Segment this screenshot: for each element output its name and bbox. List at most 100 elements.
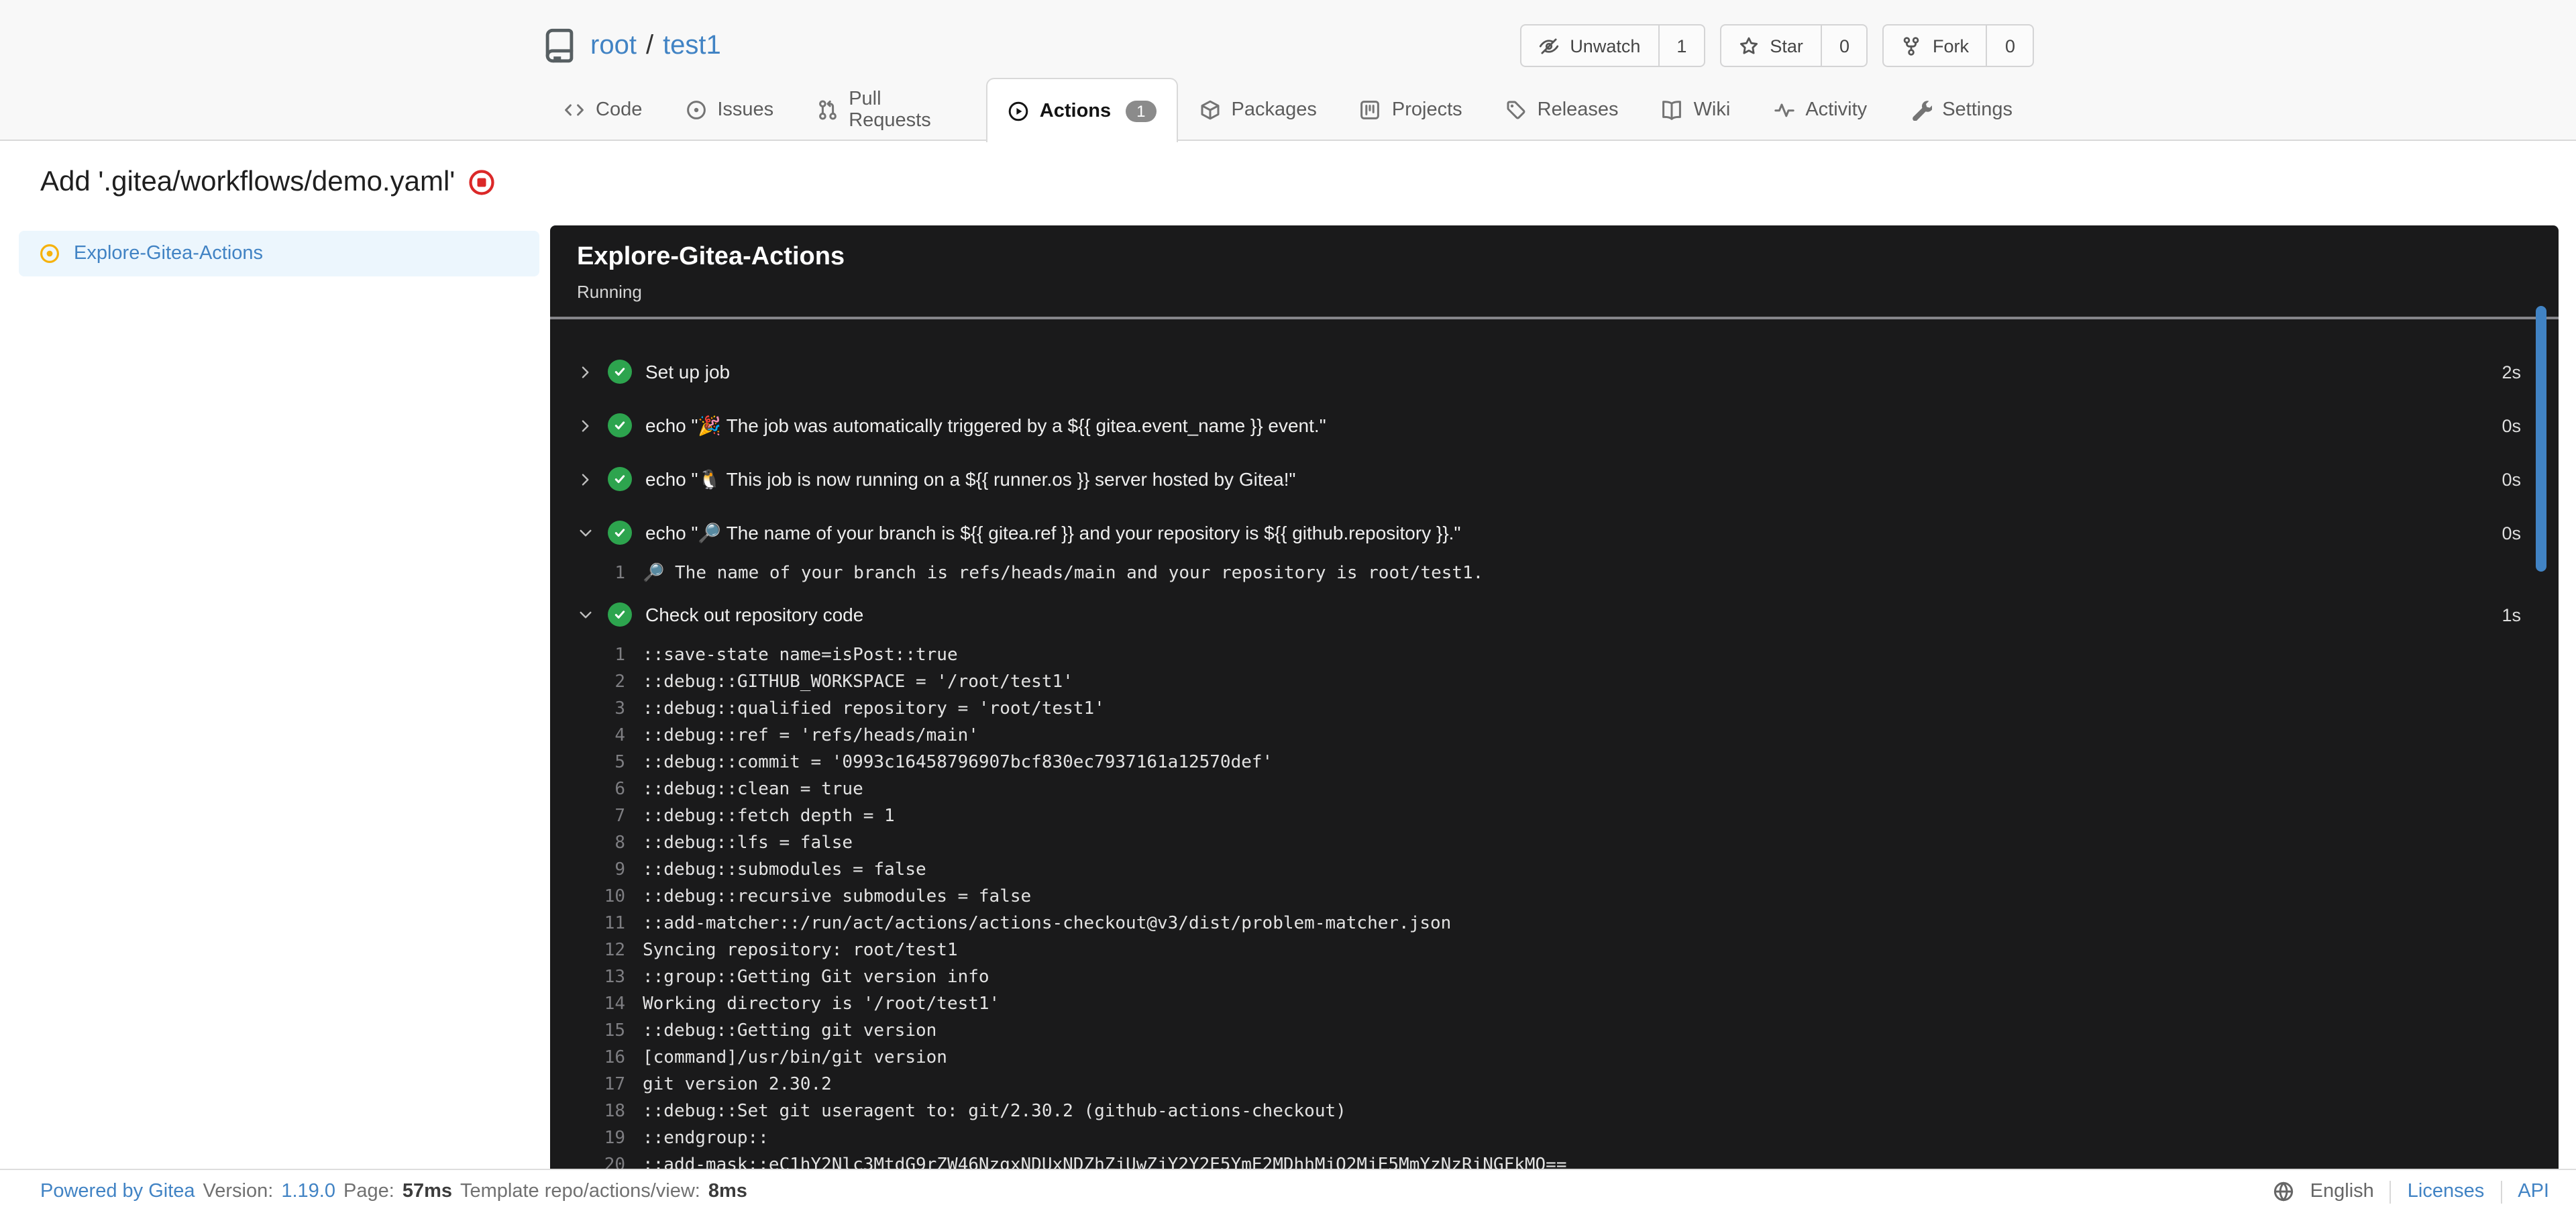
tab-packages[interactable]: Packages	[1178, 78, 1338, 141]
cancel-run-button[interactable]	[468, 169, 495, 196]
step-row[interactable]: echo "🔎 The name of your branch is ${{ g…	[550, 506, 2559, 560]
step-duration: 2s	[2502, 362, 2521, 382]
log-line-number: 16	[604, 1048, 625, 1068]
log-line: 16 [command]/usr/bin/git version	[550, 1045, 2559, 1072]
book-icon	[1662, 99, 1683, 121]
repo-title-row: root / test1 Unwatch 1 Star 0 Fork 0	[542, 0, 2034, 71]
repo-separator: /	[645, 30, 654, 60]
step-name: echo "🐧 This job is now running on a ${{…	[645, 468, 1296, 489]
log-line: 13::group::Getting Git version info	[550, 965, 2559, 992]
log-line-number: 19	[604, 1128, 625, 1149]
log-line: 15::debug::Getting git version	[550, 1018, 2559, 1045]
version-link[interactable]: 1.19.0	[281, 1181, 335, 1202]
step-row[interactable]: Check out repository code 1s	[550, 588, 2559, 641]
star-button-label: Star	[1770, 36, 1803, 56]
log-line-number: 18	[604, 1102, 625, 1122]
step-row[interactable]: echo "🐧 This job is now running on a ${{…	[550, 452, 2559, 506]
template-time-value: 8ms	[708, 1181, 747, 1202]
log-line: 8::debug::lfs = false	[550, 831, 2559, 857]
tag-icon	[1505, 99, 1527, 121]
step-name: echo "🔎 The name of your branch is ${{ g…	[645, 521, 1461, 543]
log-line-number: 3	[614, 699, 625, 719]
code-icon	[564, 99, 585, 121]
tab-wiki[interactable]: Wiki	[1640, 78, 1752, 141]
console-job-status: Running	[577, 282, 642, 302]
log-line-text: ::debug::lfs = false	[643, 833, 853, 853]
pull-request-icon	[816, 99, 838, 121]
log-line: 3::debug::qualified repository = 'root/t…	[550, 696, 2559, 723]
run-title: Add '.gitea/workflows/demo.yaml'	[40, 166, 455, 197]
step-logs: 1 🔎 The name of your branch is refs/heads…	[550, 561, 2559, 588]
template-time-label: Template repo/actions/view:	[460, 1181, 700, 1202]
log-line: 2::debug::GITHUB_WORKSPACE = '/root/test…	[550, 670, 2559, 696]
powered-by-gitea-link[interactable]: Powered by Gitea	[40, 1181, 195, 1202]
tab-projects[interactable]: Projects	[1338, 78, 1484, 141]
log-line-number: 15	[604, 1021, 625, 1041]
licenses-link[interactable]: Licenses	[2408, 1181, 2484, 1202]
tab-activity[interactable]: Activity	[1752, 78, 1888, 141]
job-list-item[interactable]: Explore-Gitea-Actions	[19, 231, 539, 276]
log-line-number: 2	[614, 672, 625, 692]
tab-actions[interactable]: Actions 1	[985, 78, 1178, 142]
log-line-text: ::debug::clean = true	[643, 780, 863, 800]
log-line-text: ::add-mask::eC1hY2Nlc3MtdG9rZW46NzgxNDUx…	[643, 1155, 1567, 1169]
fork-count[interactable]: 0	[1986, 25, 2033, 66]
job-log-console: Explore-Gitea-Actions Running Set up job…	[550, 225, 2559, 1169]
step-duration: 1s	[2502, 604, 2521, 625]
console-scrollbar-thumb[interactable]	[2536, 306, 2546, 572]
log-line: 1::save-state name=isPost::true	[550, 643, 2559, 670]
footer-right: English Licenses API	[2273, 1180, 2549, 1203]
repo-owner-link[interactable]: root	[590, 30, 637, 61]
chevron-down-icon	[577, 606, 594, 623]
log-line-text: Syncing repository: root/test1	[643, 941, 958, 961]
repo-name-link[interactable]: test1	[663, 30, 721, 61]
log-line-text: ::debug::submodules = false	[643, 860, 926, 880]
tab-releases[interactable]: Releases	[1484, 78, 1640, 141]
tab-code[interactable]: Code	[542, 78, 663, 141]
fork-button-label: Fork	[1932, 36, 1969, 56]
tab-label: Releases	[1537, 99, 1619, 121]
log-line-number: 20	[604, 1155, 625, 1169]
star-button-group: Star 0	[1720, 24, 1868, 67]
log-line: 18::debug::Set git useragent to: git/2.3…	[550, 1099, 2559, 1126]
version-label: Version:	[203, 1181, 274, 1202]
console-job-title: Explore-Gitea-Actions	[577, 243, 845, 271]
log-line-text: ::debug::Getting git version	[643, 1021, 937, 1041]
step-row[interactable]: Set up job 2s	[550, 345, 2559, 399]
tab-label: Actions	[1039, 100, 1112, 121]
step-row[interactable]: echo "🎉 The job was automatically trigge…	[550, 399, 2559, 452]
tab-count-badge: 1	[1126, 100, 1157, 121]
star-icon	[1739, 36, 1759, 56]
log-line-number: 1	[614, 645, 625, 666]
tab-label: Wiki	[1693, 99, 1731, 121]
fork-button[interactable]: Fork	[1884, 25, 1986, 66]
log-line-text: ::debug::recursive submodules = false	[643, 887, 1032, 907]
fork-icon	[1902, 36, 1922, 56]
issue-opened-icon	[685, 99, 706, 121]
unwatch-count[interactable]: 1	[1658, 25, 1704, 66]
tab-label: Activity	[1805, 99, 1868, 121]
log-line: 20::add-mask::eC1hY2Nlc3MtdG9rZW46NzgxND…	[550, 1153, 2559, 1169]
api-link[interactable]: API	[2518, 1181, 2549, 1202]
tab-issues[interactable]: Issues	[663, 78, 795, 141]
unwatch-button-group: Unwatch 1	[1520, 24, 1706, 67]
log-line-text: ::debug::commit = '0993c16458796907bcf83…	[643, 753, 1273, 773]
eye-slash-icon	[1539, 36, 1559, 56]
log-line: 4::debug::ref = 'refs/heads/main'	[550, 723, 2559, 750]
star-button[interactable]: Star	[1721, 25, 1821, 66]
tab-pull-requests[interactable]: Pull Requests	[795, 78, 986, 141]
unwatch-button[interactable]: Unwatch	[1521, 25, 1658, 66]
log-line-number: 8	[614, 833, 625, 853]
step-name: Check out repository code	[645, 604, 864, 625]
tab-settings[interactable]: Settings	[1888, 78, 2034, 141]
site-footer: Powered by Gitea Version: 1.19.0 Page: 5…	[0, 1169, 2576, 1213]
running-status-icon	[39, 243, 60, 264]
star-count[interactable]: 0	[1820, 25, 1867, 66]
log-line-number: 6	[614, 780, 625, 800]
tab-label: Pull Requests	[849, 89, 931, 131]
language-selector[interactable]: English	[2310, 1181, 2374, 1202]
chevron-down-icon	[577, 524, 594, 541]
unwatch-button-label: Unwatch	[1570, 36, 1641, 56]
tab-label: Issues	[717, 99, 774, 121]
log-line-number: 14	[604, 994, 625, 1014]
